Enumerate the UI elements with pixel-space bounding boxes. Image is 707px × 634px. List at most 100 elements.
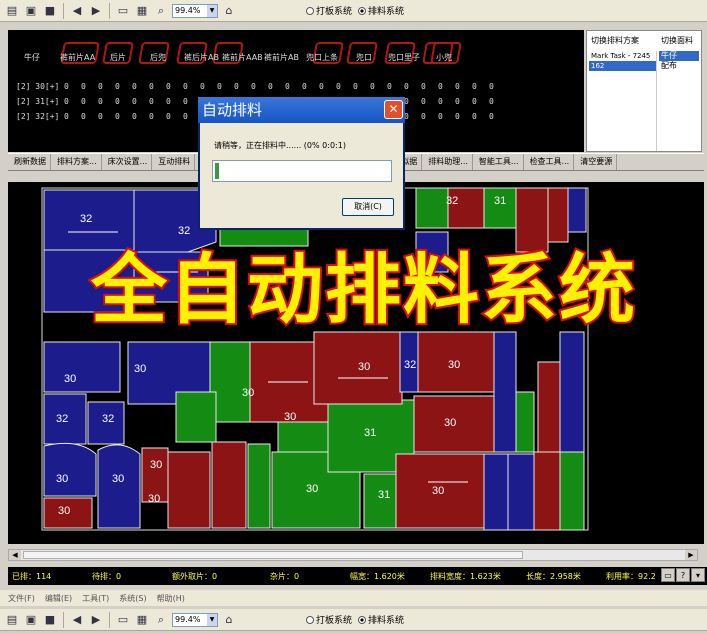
horizontal-scrollbar[interactable]: ◀ ▶: [8, 549, 698, 561]
pattern-piece[interactable]: [559, 451, 585, 531]
table-cell[interactable]: 0: [336, 82, 341, 91]
table-cell[interactable]: 0: [132, 112, 137, 121]
plan-item-selected[interactable]: 162: [589, 61, 656, 71]
chevron-down-icon[interactable]: ▾: [691, 568, 705, 582]
table-cell[interactable]: 0: [98, 97, 103, 106]
pattern-piece[interactable]: [43, 341, 121, 393]
fabric-item-selected[interactable]: 牛仔: [659, 51, 699, 61]
chevron-down-icon[interactable]: ▼: [207, 613, 217, 626]
table-cell[interactable]: 0: [166, 97, 171, 106]
pattern-piece[interactable]: [277, 421, 329, 453]
cancel-button[interactable]: 取消(C): [342, 198, 394, 216]
pattern-piece[interactable]: [559, 331, 585, 453]
menu-help[interactable]: 帮助(H): [157, 593, 185, 604]
table-cell[interactable]: 0: [166, 82, 171, 91]
menu-tools[interactable]: 工具(T): [82, 593, 109, 604]
table-cell[interactable]: 0: [285, 82, 290, 91]
table-cell[interactable]: 0: [115, 82, 120, 91]
scroll-right-icon[interactable]: ▶: [685, 550, 697, 560]
table-cell[interactable]: 0: [251, 82, 256, 91]
table-cell[interactable]: 0: [489, 82, 494, 91]
save-icon[interactable]: ■: [42, 3, 58, 19]
new-file-icon[interactable]: ▤: [4, 3, 20, 19]
pattern-piece[interactable]: [211, 441, 247, 529]
zoom-icon[interactable]: ⌕: [153, 612, 169, 628]
table-cell[interactable]: 0: [64, 97, 69, 106]
table-cell[interactable]: 0: [438, 112, 443, 121]
table-cell[interactable]: 0: [404, 82, 409, 91]
pattern-piece[interactable]: [507, 453, 535, 531]
table-cell[interactable]: 0: [421, 112, 426, 121]
open-folder-icon[interactable]: ▣: [23, 612, 39, 628]
radio-marker-system[interactable]: 排料系统: [358, 4, 404, 17]
radio-pattern-system[interactable]: 打板系统: [306, 4, 352, 17]
table-icon[interactable]: ▦: [134, 3, 150, 19]
pattern-piece[interactable]: [167, 451, 211, 529]
table-cell[interactable]: 0: [183, 112, 188, 121]
table-cell[interactable]: 0: [472, 112, 477, 121]
table-cell[interactable]: 0: [183, 82, 188, 91]
refresh-data-button[interactable]: 刷新数据: [10, 154, 51, 170]
new-file-icon[interactable]: ▤: [4, 612, 20, 628]
row-label[interactable]: [2] 30[+]: [16, 82, 59, 91]
marker-assistant-button[interactable]: 排料助理...: [424, 154, 473, 170]
pattern-piece[interactable]: [97, 444, 141, 529]
open-folder-icon[interactable]: ▣: [23, 3, 39, 19]
pattern-piece[interactable]: [483, 187, 517, 229]
pattern-piece[interactable]: [493, 331, 517, 453]
table-cell[interactable]: 0: [64, 82, 69, 91]
chevron-down-icon[interactable]: ▼: [207, 4, 217, 17]
table-cell[interactable]: 0: [370, 82, 375, 91]
row-label[interactable]: [2] 32[+]: [16, 112, 59, 121]
menu-file[interactable]: 文件(F): [8, 593, 35, 604]
table-cell[interactable]: 0: [387, 82, 392, 91]
table-cell[interactable]: 0: [149, 97, 154, 106]
table-cell[interactable]: 0: [115, 112, 120, 121]
pattern-piece[interactable]: [447, 187, 485, 229]
lock-icon[interactable]: ⌂: [221, 612, 237, 628]
scroll-left-icon[interactable]: ◀: [9, 550, 21, 560]
table-cell[interactable]: 0: [132, 97, 137, 106]
monitor-icon[interactable]: ▭: [115, 612, 131, 628]
row-label[interactable]: [2] 31[+]: [16, 97, 59, 106]
clear-button[interactable]: 清空要源: [576, 154, 618, 170]
table-icon[interactable]: ▦: [134, 612, 150, 628]
zoom-select[interactable]: 99.4% ▼: [172, 3, 218, 18]
table-cell[interactable]: 0: [455, 97, 460, 106]
table-cell[interactable]: 0: [81, 97, 86, 106]
pattern-piece[interactable]: [175, 391, 217, 443]
back-icon[interactable]: ◀: [69, 3, 85, 19]
fabric-item[interactable]: 配布: [659, 61, 699, 71]
radio-marker-system[interactable]: 排料系统: [358, 613, 404, 626]
zoom-icon[interactable]: ⌕: [153, 3, 169, 19]
table-cell[interactable]: 0: [81, 82, 86, 91]
pattern-piece[interactable]: [483, 453, 509, 531]
table-cell[interactable]: 0: [472, 97, 477, 106]
menu-edit[interactable]: 编辑(E): [45, 593, 72, 604]
table-cell[interactable]: 0: [115, 97, 120, 106]
bed-settings-button[interactable]: 床次设置...: [104, 154, 153, 170]
pattern-piece[interactable]: [537, 361, 561, 453]
keyboard-icon[interactable]: ▭: [661, 568, 675, 582]
table-cell[interactable]: 0: [64, 112, 69, 121]
lock-icon[interactable]: ⌂: [221, 3, 237, 19]
plan-item[interactable]: Mark Task - 7245: [589, 51, 656, 61]
pattern-piece[interactable]: [567, 187, 587, 233]
table-cell[interactable]: 0: [302, 82, 307, 91]
table-cell[interactable]: 0: [268, 82, 273, 91]
check-tools-button[interactable]: 检查工具...: [526, 154, 575, 170]
smart-tools-button[interactable]: 智能工具...: [475, 154, 524, 170]
table-cell[interactable]: 0: [98, 112, 103, 121]
table-cell[interactable]: 0: [438, 97, 443, 106]
save-icon[interactable]: ■: [42, 612, 58, 628]
table-cell[interactable]: 0: [489, 97, 494, 106]
table-cell[interactable]: 0: [353, 82, 358, 91]
pattern-piece[interactable]: [247, 443, 271, 529]
table-cell[interactable]: 0: [149, 112, 154, 121]
table-cell[interactable]: 0: [81, 112, 86, 121]
table-cell[interactable]: 0: [438, 82, 443, 91]
table-cell[interactable]: 0: [489, 112, 494, 121]
table-cell[interactable]: 0: [234, 82, 239, 91]
table-cell[interactable]: 0: [183, 97, 188, 106]
pattern-piece[interactable]: [415, 187, 449, 229]
